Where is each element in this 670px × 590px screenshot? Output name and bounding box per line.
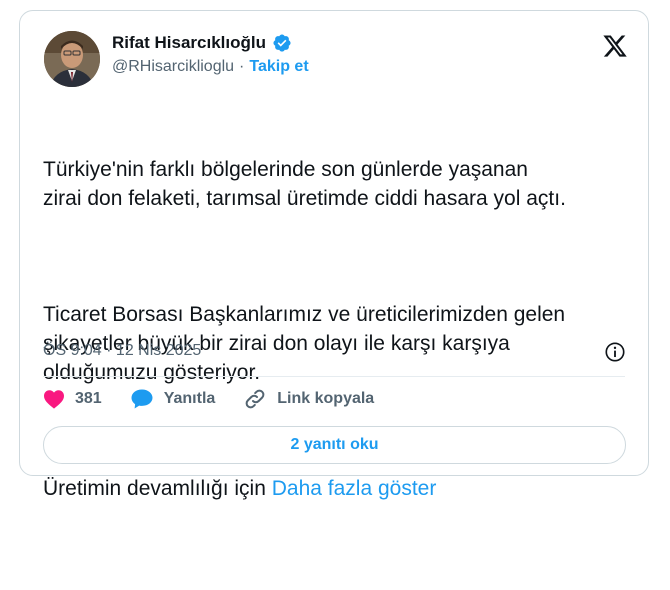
author-handle-row: @RHisarciklioglu · Takip et xyxy=(112,58,309,76)
author-name[interactable]: Rifat Hisarcıklıoğlu xyxy=(112,33,266,53)
x-logo-icon[interactable] xyxy=(601,33,629,59)
show-more-link[interactable]: Daha fazla göster xyxy=(272,477,437,500)
like-button[interactable]: 381 xyxy=(43,389,102,409)
author-name-row: Rifat Hisarcıklıoğlu xyxy=(112,33,292,53)
tweet-timestamp[interactable]: ÖS 9:04 · 12 Nis 2025 xyxy=(43,342,201,360)
copy-link-button[interactable]: Link kopyala xyxy=(243,387,374,411)
follow-button[interactable]: Takip et xyxy=(249,58,308,76)
read-replies-button[interactable]: 2 yanıtı oku xyxy=(43,426,626,464)
separator-dot: · xyxy=(239,58,245,75)
reply-label: Yanıtla xyxy=(163,390,216,407)
divider xyxy=(43,376,625,377)
verified-badge-icon xyxy=(273,34,291,52)
tweet-truncated-text: Üretimin devamlılığı için xyxy=(43,477,272,500)
author-handle[interactable]: @RHisarciklioglu xyxy=(112,58,234,76)
avatar[interactable] xyxy=(44,31,100,87)
tweet-paragraph: Türkiye'nin farklı bölgelerinde son günl… xyxy=(43,158,566,210)
reply-button[interactable]: Yanıtla xyxy=(130,388,216,410)
tweet-card: Rifat Hisarcıklıoğlu @RHisarciklioglu · … xyxy=(19,10,649,500)
info-icon[interactable] xyxy=(604,341,626,363)
copy-link-label: Link kopyala xyxy=(277,390,375,407)
link-icon xyxy=(245,389,265,409)
tweet-truncated-paragraph: Üretimin devamlılığı için Daha fazla gös… xyxy=(43,474,633,503)
action-bar: 381 Yanıtla Link kopyala xyxy=(43,387,402,411)
speech-bubble-icon xyxy=(131,389,153,409)
avatar-image xyxy=(44,31,100,87)
like-count: 381 xyxy=(75,390,102,407)
heart-icon xyxy=(44,390,64,409)
